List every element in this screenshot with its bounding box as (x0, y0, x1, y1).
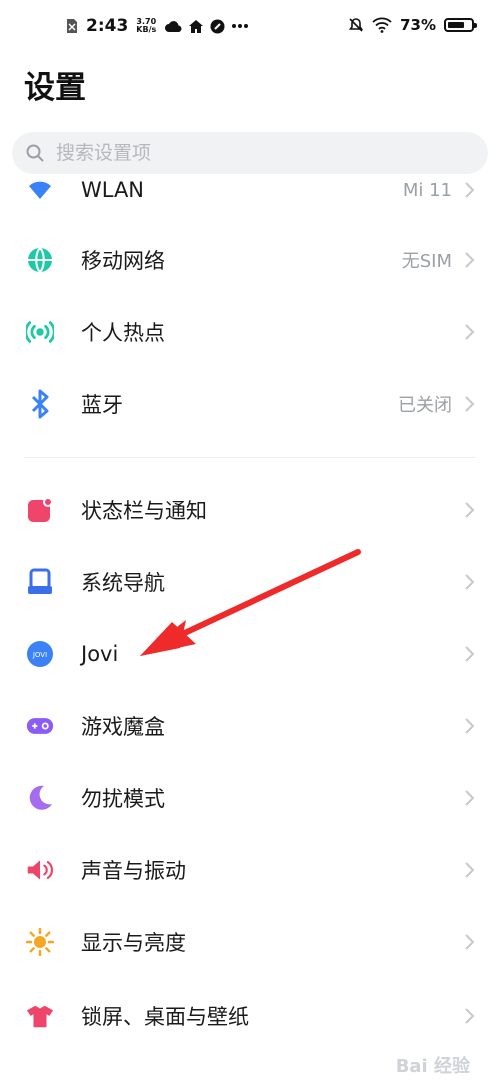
chevron-right-icon (465, 574, 475, 590)
svg-text:JOVI: JOVI (32, 651, 47, 659)
chevron-right-icon (465, 790, 475, 806)
setting-row-bluetooth[interactable]: 蓝牙 已关闭 (0, 368, 500, 440)
network-speed: 3.70 KB/s (136, 18, 156, 34)
chevron-right-icon (465, 862, 475, 878)
globe-icon (26, 246, 54, 274)
hotspot-icon (26, 318, 54, 346)
setting-label: Jovi (81, 642, 119, 666)
setting-row-status-bar-notifications[interactable]: 状态栏与通知 (0, 474, 500, 546)
speaker-icon (26, 856, 54, 884)
search-bar[interactable] (12, 132, 488, 174)
chevron-right-icon (465, 324, 475, 340)
sim-off-icon (67, 19, 77, 33)
search-input[interactable] (54, 141, 438, 165)
mute-icon (348, 18, 364, 32)
setting-row-sound-vibration[interactable]: 声音与振动 (0, 834, 500, 906)
status-bar-left: 2:43 3.70 KB/s (66, 16, 249, 36)
setting-label: 显示与亮度 (81, 931, 186, 955)
watermark: Bai 经验 (395, 1056, 470, 1077)
network-speed-unit: KB/s (136, 25, 157, 34)
chevron-right-icon (465, 252, 475, 268)
notification-icon (26, 496, 54, 524)
setting-label: 个人热点 (81, 321, 165, 345)
chevron-right-icon (465, 502, 475, 518)
battery-percent: 73% (400, 16, 436, 34)
setting-row-lockscreen-wallpaper[interactable]: 锁屏、桌面与壁纸 (0, 980, 500, 1052)
chevron-right-icon (465, 182, 475, 198)
chevron-right-icon (465, 396, 475, 412)
setting-label: 系统导航 (81, 571, 165, 595)
status-bar-right: 73% (348, 16, 477, 34)
status-time: 2:43 (86, 16, 129, 36)
setting-label: 锁屏、桌面与壁纸 (81, 1005, 249, 1029)
home-icon (189, 19, 204, 33)
gamepad-icon (26, 712, 54, 740)
shirt-icon (26, 1002, 54, 1030)
chevron-right-icon (465, 646, 475, 662)
battery-icon (444, 18, 477, 32)
cloud-icon (165, 21, 182, 33)
battery-fill (448, 22, 465, 28)
setting-row-wlan[interactable]: WLAN Mi 11 (0, 176, 500, 226)
chevron-right-icon (465, 1008, 475, 1024)
setting-label: 游戏魔盒 (81, 715, 165, 739)
navigation-icon (26, 568, 54, 596)
setting-label: 声音与振动 (81, 859, 186, 883)
sun-icon (26, 928, 54, 956)
setting-label: 蓝牙 (81, 393, 123, 417)
status-bar: 2:43 3.70 KB/s 73% (0, 0, 500, 56)
moon-icon (26, 784, 54, 812)
setting-label: 状态栏与通知 (81, 499, 207, 523)
setting-value: Mi 11 (402, 179, 452, 201)
wifi-icon (372, 17, 392, 33)
jovi-icon: JOVI (26, 640, 54, 668)
section-divider (24, 457, 476, 458)
setting-row-jovi[interactable]: JOVI Jovi (0, 618, 500, 690)
more-dots-icon (232, 24, 249, 28)
setting-row-system-navigation[interactable]: 系统导航 (0, 546, 500, 618)
setting-label: 勿扰模式 (81, 787, 165, 811)
setting-row-game-box[interactable]: 游戏魔盒 (0, 690, 500, 762)
chevron-right-icon (465, 934, 475, 950)
bluetooth-icon (26, 389, 54, 419)
setting-value: 已关闭 (398, 395, 452, 416)
page-title: 设置 (24, 70, 86, 106)
setting-value: 无SIM (401, 251, 452, 272)
setting-row-hotspot[interactable]: 个人热点 (0, 296, 500, 368)
setting-row-mobile-network[interactable]: 移动网络 无SIM (0, 224, 500, 296)
settings-list: WLAN Mi 11 移动网络 无SIM 个人热点 蓝牙 已关闭 状态栏与通知 … (0, 176, 500, 1084)
search-icon (26, 144, 44, 162)
setting-label: 移动网络 (81, 249, 165, 273)
chevron-right-icon (465, 718, 475, 734)
status-dot-icon (210, 19, 225, 33)
wifi-icon (26, 176, 54, 204)
setting-label: WLAN (81, 178, 145, 202)
setting-row-do-not-disturb[interactable]: 勿扰模式 (0, 762, 500, 834)
setting-row-display-brightness[interactable]: 显示与亮度 (0, 906, 500, 978)
